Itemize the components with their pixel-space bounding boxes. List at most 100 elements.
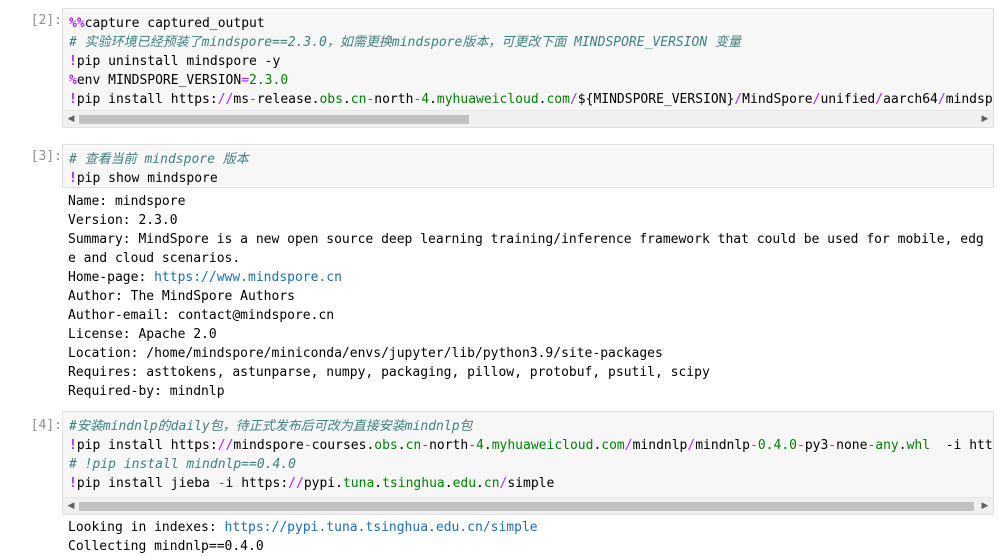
code-token: ! xyxy=(69,171,77,186)
code-token: % xyxy=(69,73,77,88)
output-text: Version: 2.3.0 xyxy=(68,213,178,228)
output-line: Name: mindspore xyxy=(68,192,1002,211)
output-line: Version: 2.3.0 xyxy=(68,211,1002,230)
code-token: MindSpore xyxy=(742,92,813,107)
cell-prompt: [2]: xyxy=(30,13,62,28)
code-token: pypi. xyxy=(303,476,343,491)
code-token: mindspore- xyxy=(945,92,993,107)
code-token: unified xyxy=(820,92,876,107)
cell-prompt: [3]: xyxy=(30,149,62,164)
output-text: Location: /home/mindspore/miniconda/envs… xyxy=(68,346,663,361)
code-token: . xyxy=(397,438,406,453)
code-token: cn xyxy=(405,438,422,453)
output-line: e and cloud scenarios. xyxy=(68,249,1002,268)
code-token: . xyxy=(429,92,437,107)
output-line: Summary: MindSpore is a new open source … xyxy=(68,230,1002,249)
code-token: -i htt xyxy=(930,438,993,453)
code-token: obs xyxy=(319,92,343,107)
code-token: - xyxy=(796,438,805,453)
code-token: %% xyxy=(69,16,85,31)
code-token: whl xyxy=(906,438,931,453)
code-input[interactable]: #安装mindnlp的daily包，待正式发布后可改为直接安装mindnlp包!… xyxy=(62,411,994,515)
code-token: / xyxy=(875,92,884,107)
code-token: - xyxy=(217,476,226,491)
triangle-left-icon[interactable]: ◀ xyxy=(63,498,79,514)
scrollbar-thumb[interactable] xyxy=(79,502,974,511)
code-token: none xyxy=(836,438,868,453)
output-line: Author-email: contact@mindspore.cn xyxy=(68,306,1002,325)
code-input[interactable]: # 查看当前 mindspore 版本 !pip show mindspore xyxy=(62,144,994,188)
code-token: $ xyxy=(577,92,586,107)
output-text: Author: The MindSpore Authors xyxy=(68,289,295,304)
code-token: ! xyxy=(69,438,77,453)
code-token: pip uninstall mindspore -y xyxy=(76,54,281,69)
code-token: . xyxy=(898,438,907,453)
code-token: myhuaweicloud xyxy=(436,92,539,107)
scrollbar-thumb[interactable] xyxy=(79,115,469,124)
code-token: . xyxy=(374,476,383,491)
code-token: 4 xyxy=(476,438,484,453)
code-token: pip show mindspore xyxy=(76,171,218,186)
output-line: Collecting mindnlp==0.4.0 xyxy=(68,537,1002,556)
output-line: Required-by: mindnlp xyxy=(68,382,1002,401)
code-token: - xyxy=(303,438,312,453)
code-token: simple xyxy=(507,476,555,491)
code-token: # !pip install mindnlp==0.4.0 xyxy=(69,457,296,472)
cell-prompt: [4]: xyxy=(30,418,62,433)
triangle-right-icon[interactable]: ▶ xyxy=(977,498,993,514)
code-token: - xyxy=(249,92,257,107)
code-editor[interactable]: %%capture captured_output # 实验环境已经预装了mind… xyxy=(69,14,993,109)
code-token: / xyxy=(734,92,743,107)
code-line: %%capture captured_output xyxy=(69,14,993,33)
code-token: pip install jieba xyxy=(76,476,218,491)
code-token: ! xyxy=(69,92,77,107)
code-token: ms xyxy=(233,92,250,107)
code-token: # 实验环境已经预装了mindspore==2.3.0，如需更换mindspor… xyxy=(69,35,742,50)
output-text: Home-page: xyxy=(68,270,155,285)
code-token: . xyxy=(483,438,492,453)
code-editor[interactable]: # 查看当前 mindspore 版本 !pip show mindspore xyxy=(69,150,249,187)
code-token: aarch64 xyxy=(883,92,938,107)
code-editor[interactable]: #安装mindnlp的daily包，待正式发布后可改为直接安装mindnlp包!… xyxy=(69,417,993,493)
code-token: - xyxy=(828,438,837,453)
code-token: pip install https: xyxy=(76,438,218,453)
code-token: env MINDSPORE_VERSION xyxy=(76,73,242,88)
code-token: tuna xyxy=(342,476,375,491)
output-text: Looking in indexes: xyxy=(68,520,225,535)
code-line: !pip install https://ms-release.obs.cn-n… xyxy=(69,90,993,109)
output-link[interactable]: https://pypi.tuna.tsinghua.edu.cn/simple xyxy=(225,520,538,535)
code-token: {MINDSPORE_VERSION} xyxy=(585,92,735,107)
code-line: !pip uninstall mindspore -y xyxy=(69,52,993,71)
horizontal-scrollbar[interactable]: ◀ ▶ xyxy=(63,497,993,514)
output-line: Author: The MindSpore Authors xyxy=(68,287,1002,306)
code-token: obs xyxy=(374,438,398,453)
code-input[interactable]: %%capture captured_output # 实验环境已经预装了mind… xyxy=(62,8,994,128)
code-token: // xyxy=(217,92,234,107)
code-line: # !pip install mindnlp==0.4.0 xyxy=(69,455,993,474)
horizontal-scrollbar[interactable]: ◀ ▶ xyxy=(63,110,993,127)
code-token: - xyxy=(421,438,430,453)
code-token: ! xyxy=(69,476,77,491)
code-token: release. xyxy=(256,92,320,107)
code-line: !pip show mindspore xyxy=(69,169,249,187)
code-token: #安装mindnlp的daily包，待正式发布后可改为直接安装mindnlp包 xyxy=(69,419,473,434)
code-token: py3 xyxy=(804,438,829,453)
code-token: edu xyxy=(452,476,477,491)
code-token: 2.3.0 xyxy=(249,73,289,88)
code-token: . xyxy=(342,92,351,107)
triangle-left-icon[interactable]: ◀ xyxy=(63,111,79,127)
output-line: Location: /home/mindspore/miniconda/envs… xyxy=(68,344,1002,363)
code-line: !pip install jieba -i https://pypi.tuna.… xyxy=(69,474,993,493)
code-token: com xyxy=(601,438,625,453)
output-text: Required-by: mindnlp xyxy=(68,384,225,399)
code-token: myhuaweicloud xyxy=(491,438,594,453)
code-token: north xyxy=(429,438,469,453)
output-line: Requires: asttokens, astunparse, numpy, … xyxy=(68,363,1002,382)
triangle-right-icon[interactable]: ▶ xyxy=(977,111,993,127)
code-token: any xyxy=(875,438,899,453)
code-token: mindnlp xyxy=(632,438,688,453)
output-text: Author-email: contact@mindspore.cn xyxy=(68,308,335,323)
code-token: com xyxy=(546,92,570,107)
code-line: #安装mindnlp的daily包，待正式发布后可改为直接安装mindnlp包 xyxy=(69,417,993,436)
output-link[interactable]: https://www.mindspore.cn xyxy=(154,270,342,285)
